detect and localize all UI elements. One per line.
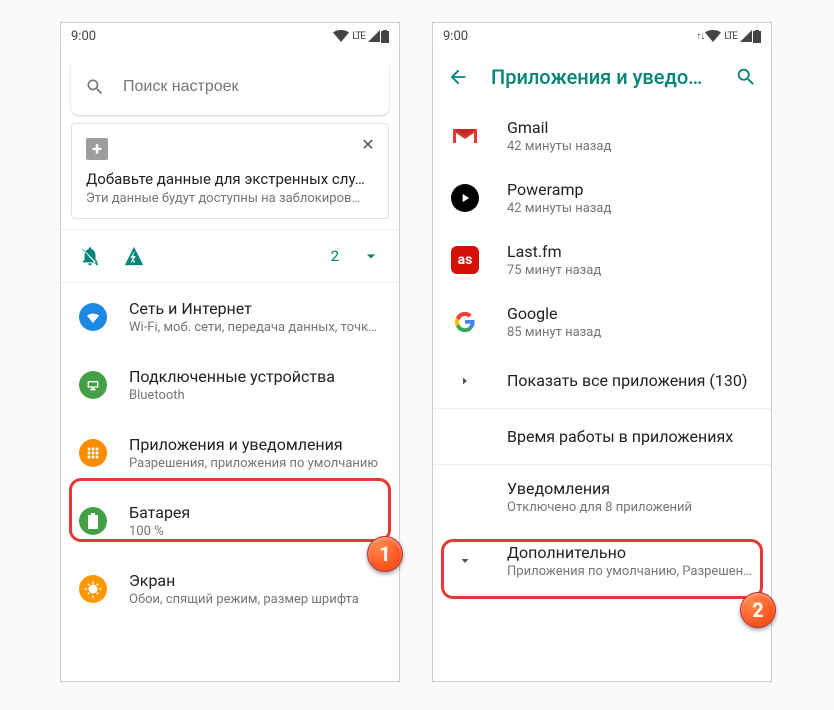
chevron-down-icon	[361, 246, 381, 266]
signal-icon	[368, 30, 380, 42]
plus-icon: +	[86, 138, 108, 160]
app-row-poweramp[interactable]: Poweramp 42 минуты назад	[433, 167, 771, 229]
status-bar: 9:00 LTE	[61, 23, 399, 49]
app-title: Last.fm	[507, 242, 753, 261]
wifi-icon	[705, 30, 721, 42]
row-display[interactable]: Экран Обои, спящий режим, размер шрифта	[61, 555, 399, 613]
app-bar: Приложения и уведом…	[433, 49, 771, 105]
status-clock: 9:00	[443, 29, 696, 44]
signal-icon	[740, 30, 752, 42]
app-title: Gmail	[507, 118, 753, 137]
status-bar: 9:00 ↑↓ LTE	[433, 23, 771, 49]
gmail-icon	[451, 122, 479, 150]
show-all-apps[interactable]: Показать все приложения (130)	[433, 353, 771, 408]
row-apps-notifications[interactable]: Приложения и уведомления Разрешения, при…	[61, 419, 399, 487]
app-subtitle: 75 минут назад	[507, 263, 753, 278]
data-icon: ↑↓	[696, 31, 704, 42]
search-input[interactable]	[123, 78, 375, 96]
app-title: Google	[507, 304, 753, 323]
row-title: Приложения и уведомления	[129, 435, 381, 454]
screen-time[interactable]: Время работы в приложениях	[433, 409, 771, 464]
show-all-label: Показать все приложения (130)	[507, 371, 753, 390]
row-title: Сеть и Интернет	[129, 299, 381, 318]
phone-settings-home: 9:00 LTE ✕ + Добавьте данные для экстрен…	[60, 22, 400, 682]
battery-icon	[79, 507, 107, 535]
row-subtitle: Wi-Fi, моб. сети, передача данных, точк…	[129, 320, 381, 335]
app-row-gmail[interactable]: Gmail 42 минуты назад	[433, 105, 771, 167]
screen-time-label: Время работы в приложениях	[507, 427, 753, 446]
emergency-title: Добавьте данные для экстренных слу…	[86, 170, 374, 188]
lte-label: LTE	[352, 31, 365, 42]
row-subtitle: Bluetooth	[129, 388, 381, 403]
dnd-off-icon	[79, 245, 101, 267]
app-row-google[interactable]: Google 85 минут назад	[433, 291, 771, 353]
notifications-row[interactable]: Уведомления Отключено для 8 приложений	[433, 465, 771, 529]
devices-icon	[79, 371, 107, 399]
brightness-icon	[79, 575, 107, 603]
app-subtitle: 42 минуты назад	[507, 201, 753, 216]
row-title: Экран	[129, 571, 381, 590]
status-icons: LTE	[333, 30, 389, 43]
search-icon[interactable]	[735, 66, 757, 88]
row-battery[interactable]: Батарея 100 %	[61, 487, 399, 555]
app-title: Poweramp	[507, 180, 753, 199]
notifications-subtitle: Отключено для 8 приложений	[507, 500, 753, 515]
close-icon[interactable]: ✕	[358, 134, 378, 154]
conditions-row[interactable]: 2	[61, 229, 399, 283]
emergency-info-card[interactable]: ✕ + Добавьте данные для экстренных слу… …	[71, 123, 389, 219]
back-icon[interactable]	[447, 66, 469, 88]
row-title: Батарея	[129, 503, 381, 522]
row-subtitle: Обои, спящий режим, размер шрифта	[129, 592, 381, 607]
search-icon	[85, 77, 105, 97]
apps-icon	[79, 439, 107, 467]
battery-icon	[381, 30, 389, 43]
row-subtitle: Разрешения, приложения по умолчанию	[129, 456, 381, 471]
row-subtitle: 100 %	[129, 524, 381, 539]
battery-icon	[753, 30, 761, 43]
callout-badge-1: 1	[367, 536, 403, 572]
conditions-count: 2	[331, 247, 339, 265]
advanced-row[interactable]: Дополнительно Приложения по умолчанию, Р…	[433, 529, 771, 593]
row-connected-devices[interactable]: Подключенные устройства Bluetooth	[61, 351, 399, 419]
app-subtitle: 42 минуты назад	[507, 139, 753, 154]
advanced-subtitle: Приложения по умолчанию, Разрешени…	[507, 564, 753, 579]
chevron-right-icon	[451, 375, 479, 387]
data-saver-icon	[123, 245, 145, 267]
status-clock: 9:00	[71, 29, 333, 44]
chevron-down-icon	[451, 555, 479, 567]
google-icon	[451, 308, 479, 336]
appbar-title: Приложения и уведом…	[491, 65, 713, 89]
advanced-title: Дополнительно	[507, 543, 753, 562]
wifi-icon	[333, 30, 349, 42]
search-settings[interactable]	[71, 59, 389, 115]
poweramp-icon	[451, 184, 479, 212]
app-subtitle: 85 минут назад	[507, 325, 753, 340]
wifi-icon	[79, 303, 107, 331]
callout-badge-2: 2	[740, 592, 776, 628]
status-icons: ↑↓ LTE	[696, 30, 761, 43]
lastfm-icon: as	[451, 246, 479, 274]
emergency-subtitle: Эти данные будут доступны на заблокиров…	[86, 191, 374, 206]
notifications-title: Уведомления	[507, 479, 753, 498]
lte-label: LTE	[724, 31, 737, 42]
app-row-lastfm[interactable]: as Last.fm 75 минут назад	[433, 229, 771, 291]
row-network[interactable]: Сеть и Интернет Wi-Fi, моб. сети, переда…	[61, 283, 399, 351]
phone-apps-notifications: 9:00 ↑↓ LTE Приложения и уведом… Gmail 4…	[432, 22, 772, 682]
row-title: Подключенные устройства	[129, 367, 381, 386]
